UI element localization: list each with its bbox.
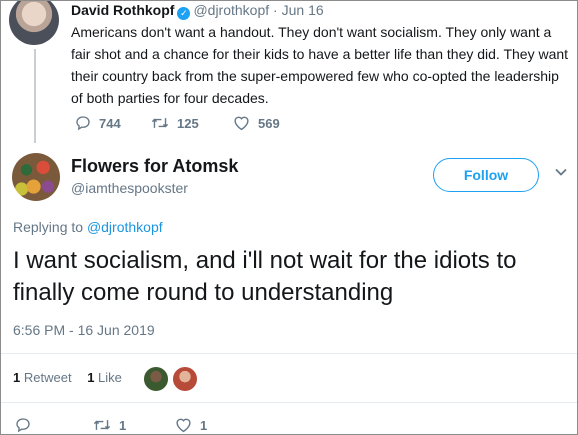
main-retweet-action[interactable]: 1 — [93, 417, 126, 433]
like-stat-count: 1 — [87, 370, 95, 385]
heart-icon — [234, 116, 249, 131]
liker-avatar[interactable] — [143, 366, 169, 392]
replying-to: Replying to @djrothkopf — [13, 219, 163, 235]
divider-top — [1, 353, 577, 354]
chevron-down-icon[interactable] — [554, 165, 568, 179]
like-count: 569 — [258, 115, 280, 131]
retweeter-avatar[interactable] — [172, 366, 198, 392]
replying-to-prefix: Replying to — [13, 219, 87, 235]
header-separator: · — [273, 2, 278, 18]
reply-action[interactable]: 744 — [75, 115, 121, 131]
reply-icon — [16, 418, 30, 433]
verified-badge-icon: ✓ — [177, 7, 191, 20]
retweet-count: 125 — [177, 115, 199, 131]
parent-author-name[interactable]: David Rothkopf — [71, 2, 174, 18]
divider-bottom — [1, 402, 577, 403]
main-like-action[interactable]: 1 — [175, 417, 207, 433]
retweet-stat[interactable]: 1 Retweet — [13, 370, 72, 385]
thread-connector-line — [34, 49, 36, 143]
main-tweet-text: I want socialism, and i'll not wait for … — [13, 247, 517, 306]
retweet-action[interactable]: 125 — [151, 115, 199, 131]
retweet-stat-count: 1 — [13, 370, 21, 385]
like-stat[interactable]: 1 Like — [87, 370, 122, 385]
engagement-stats: 1 Retweet 1 Like — [13, 370, 134, 385]
retweet-icon — [93, 420, 111, 430]
main-author-name[interactable]: Flowers for Atomsk — [71, 156, 238, 177]
tweet-timestamp[interactable]: 6:56 PM - 16 Jun 2019 — [13, 322, 155, 338]
parent-tweet-text: Americans don't want a handout. They don… — [71, 24, 569, 106]
parent-tweet-header: David Rothkopf ✓ @djrothkopf · Jun 16 — [71, 1, 324, 20]
main-retweet-count: 1 — [119, 417, 127, 433]
follow-button[interactable]: Follow — [433, 158, 539, 192]
reply-icon — [76, 116, 90, 131]
tweet-conversation: David Rothkopf ✓ @djrothkopf · Jun 16 Amer… — [0, 0, 578, 435]
main-author-handle[interactable]: @iamthespookster — [71, 180, 188, 196]
parent-author-handle[interactable]: @djrothkopf — [193, 2, 269, 18]
parent-author-avatar[interactable] — [9, 1, 59, 45]
main-author-avatar[interactable] — [12, 153, 60, 201]
reply-count: 744 — [99, 115, 121, 131]
like-stat-label: Like — [98, 370, 122, 385]
retweet-icon — [151, 118, 169, 128]
replying-to-handle-link[interactable]: @djrothkopf — [87, 219, 163, 235]
heart-icon — [176, 418, 191, 433]
main-like-count: 1 — [200, 417, 208, 433]
like-action[interactable]: 569 — [233, 115, 280, 131]
parent-tweet-date[interactable]: Jun 16 — [282, 2, 324, 18]
retweet-stat-label: Retweet — [23, 370, 72, 385]
main-reply-action[interactable] — [15, 417, 39, 433]
